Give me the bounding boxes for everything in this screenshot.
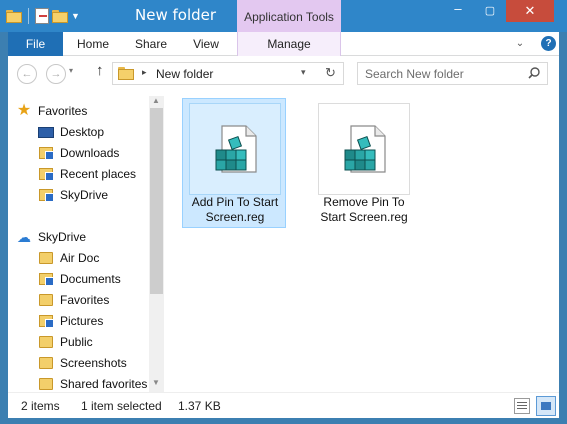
tree-item-favorites-folder[interactable]: Favorites — [38, 290, 109, 310]
file-item-remove-pin[interactable]: Remove Pin To Start Screen.reg — [311, 98, 415, 228]
folder-icon — [118, 67, 134, 80]
scrollbar-thumb[interactable] — [150, 108, 163, 294]
tab-share[interactable]: Share — [128, 32, 174, 56]
selection-size: 1.37 KB — [178, 399, 221, 413]
application-tools-tab-group: Application Tools — [237, 0, 341, 32]
selection-count: 1 item selected — [81, 399, 162, 413]
tree-label: Favorites — [38, 104, 88, 118]
close-button[interactable]: ✕ — [506, 0, 554, 22]
tree-item-skydrive-favorite[interactable]: SkyDrive — [38, 185, 108, 205]
tree-label: Screenshots — [60, 356, 127, 370]
maximize-button[interactable]: ▢ — [474, 0, 506, 22]
breadcrumb-chevron-icon[interactable]: ▸ — [142, 67, 147, 78]
folder-icon — [38, 376, 54, 392]
tree-label: Favorites — [60, 293, 110, 307]
tree-label: Downloads — [60, 146, 120, 160]
quick-access-toolbar: ▼ — [6, 6, 80, 26]
tree-item-public[interactable]: Public — [38, 332, 93, 352]
window-title: New folder — [135, 6, 217, 24]
registry-file-icon — [344, 125, 386, 173]
tab-view[interactable]: View — [186, 32, 226, 56]
file-thumbnail — [189, 103, 281, 195]
nav-pane-scrollbar[interactable]: ▲ ▼ — [149, 96, 164, 392]
tree-label: Pictures — [60, 314, 104, 328]
folder-icon — [38, 355, 54, 371]
tree-label: Public — [60, 335, 93, 349]
tree-item-desktop[interactable]: Desktop — [38, 122, 104, 142]
minimize-button[interactable]: – — [442, 0, 474, 22]
search-icon[interactable] — [528, 67, 540, 79]
tree-item-pictures[interactable]: Pictures — [38, 311, 103, 331]
tab-file[interactable]: File — [8, 32, 63, 56]
ribbon-tab-bar: File Home Share View Manage ⌄ ? — [8, 32, 559, 56]
tree-label: Desktop — [60, 125, 105, 139]
desktop-icon — [38, 124, 54, 140]
navigation-pane: ★ Favorites Desktop Downloads Recent pla… — [8, 90, 164, 392]
tree-item-screenshots[interactable]: Screenshots — [38, 353, 127, 373]
tree-label: Shared favorites — [60, 377, 148, 391]
address-history-dropdown-icon[interactable]: ▾ — [301, 67, 306, 78]
search-placeholder: Search New folder — [365, 67, 464, 81]
folder-icon[interactable] — [6, 9, 22, 23]
toolbar-divider — [28, 8, 29, 24]
expand-ribbon-icon[interactable]: ⌄ — [512, 36, 528, 52]
skydrive-folder-icon — [38, 187, 54, 203]
shared-folder-icon — [38, 271, 54, 287]
tree-label: Air Doc — [60, 251, 100, 265]
new-folder-icon[interactable] — [52, 9, 68, 23]
explorer-window: ▼ New folder Application Tools – ▢ ✕ Fil… — [0, 0, 567, 424]
title-bar[interactable]: ▼ New folder Application Tools – ▢ ✕ — [0, 0, 567, 32]
recent-locations-dropdown-icon[interactable]: ▾ — [69, 66, 73, 75]
tree-item-favorites[interactable]: ★ Favorites — [16, 101, 88, 121]
tab-manage[interactable]: Manage — [237, 32, 341, 56]
tree-label: SkyDrive — [60, 188, 109, 202]
tree-item-recent-places[interactable]: Recent places — [38, 164, 136, 184]
tab-home[interactable]: Home — [71, 32, 115, 56]
address-bar[interactable]: ▸ New folder ▾ ↻ — [112, 62, 344, 85]
file-thumbnail — [318, 103, 410, 195]
navigation-bar: ← → ▾ ↑ ▸ New folder ▾ ↻ Search New fold… — [8, 56, 559, 90]
tree-item-downloads[interactable]: Downloads — [38, 143, 119, 163]
up-button[interactable]: ↑ — [96, 62, 104, 79]
breadcrumb-new-folder[interactable]: New folder — [156, 67, 213, 81]
item-count: 2 items — [21, 399, 60, 413]
customize-toolbar-dropdown-icon[interactable]: ▼ — [71, 8, 80, 24]
folder-icon — [38, 292, 54, 308]
refresh-icon[interactable]: ↻ — [325, 65, 336, 81]
properties-icon[interactable] — [35, 8, 49, 24]
scroll-down-icon[interactable]: ▼ — [152, 378, 160, 387]
tree-label: Documents — [60, 272, 121, 286]
scroll-up-icon[interactable]: ▲ — [152, 96, 160, 105]
registry-file-icon — [215, 125, 257, 173]
tree-item-skydrive[interactable]: ☁ SkyDrive — [16, 227, 86, 247]
cloud-icon: ☁ — [17, 229, 31, 245]
tree-item-shared-favorites[interactable]: Shared favorites — [38, 374, 147, 392]
downloads-folder-icon — [38, 145, 54, 161]
forward-button[interactable]: → — [46, 64, 66, 84]
tree-item-documents[interactable]: Documents — [38, 269, 121, 289]
status-bar: 2 items 1 item selected 1.37 KB — [8, 392, 559, 418]
folder-icon — [38, 250, 54, 266]
tree-item-air-doc[interactable]: Air Doc — [38, 248, 99, 268]
file-name: Add Pin To Start Screen.reg — [191, 195, 279, 224]
shared-folder-icon — [38, 313, 54, 329]
main-content: ★ Favorites Desktop Downloads Recent pla… — [8, 90, 559, 392]
star-icon: ★ — [16, 102, 32, 119]
large-icons-view-icon[interactable] — [536, 396, 556, 416]
details-view-icon[interactable] — [514, 398, 530, 414]
recent-places-icon — [38, 166, 54, 182]
tree-label: SkyDrive — [38, 230, 87, 244]
search-input[interactable]: Search New folder — [357, 62, 548, 85]
tree-label: Recent places — [60, 167, 137, 181]
back-button[interactable]: ← — [17, 64, 37, 84]
file-list[interactable]: Add Pin To Start Screen.reg Remove Pin T… — [164, 90, 559, 392]
folder-icon — [38, 334, 54, 350]
file-item-add-pin[interactable]: Add Pin To Start Screen.reg — [182, 98, 286, 228]
help-icon[interactable]: ? — [541, 36, 556, 51]
file-name: Remove Pin To Start Screen.reg — [320, 195, 408, 224]
